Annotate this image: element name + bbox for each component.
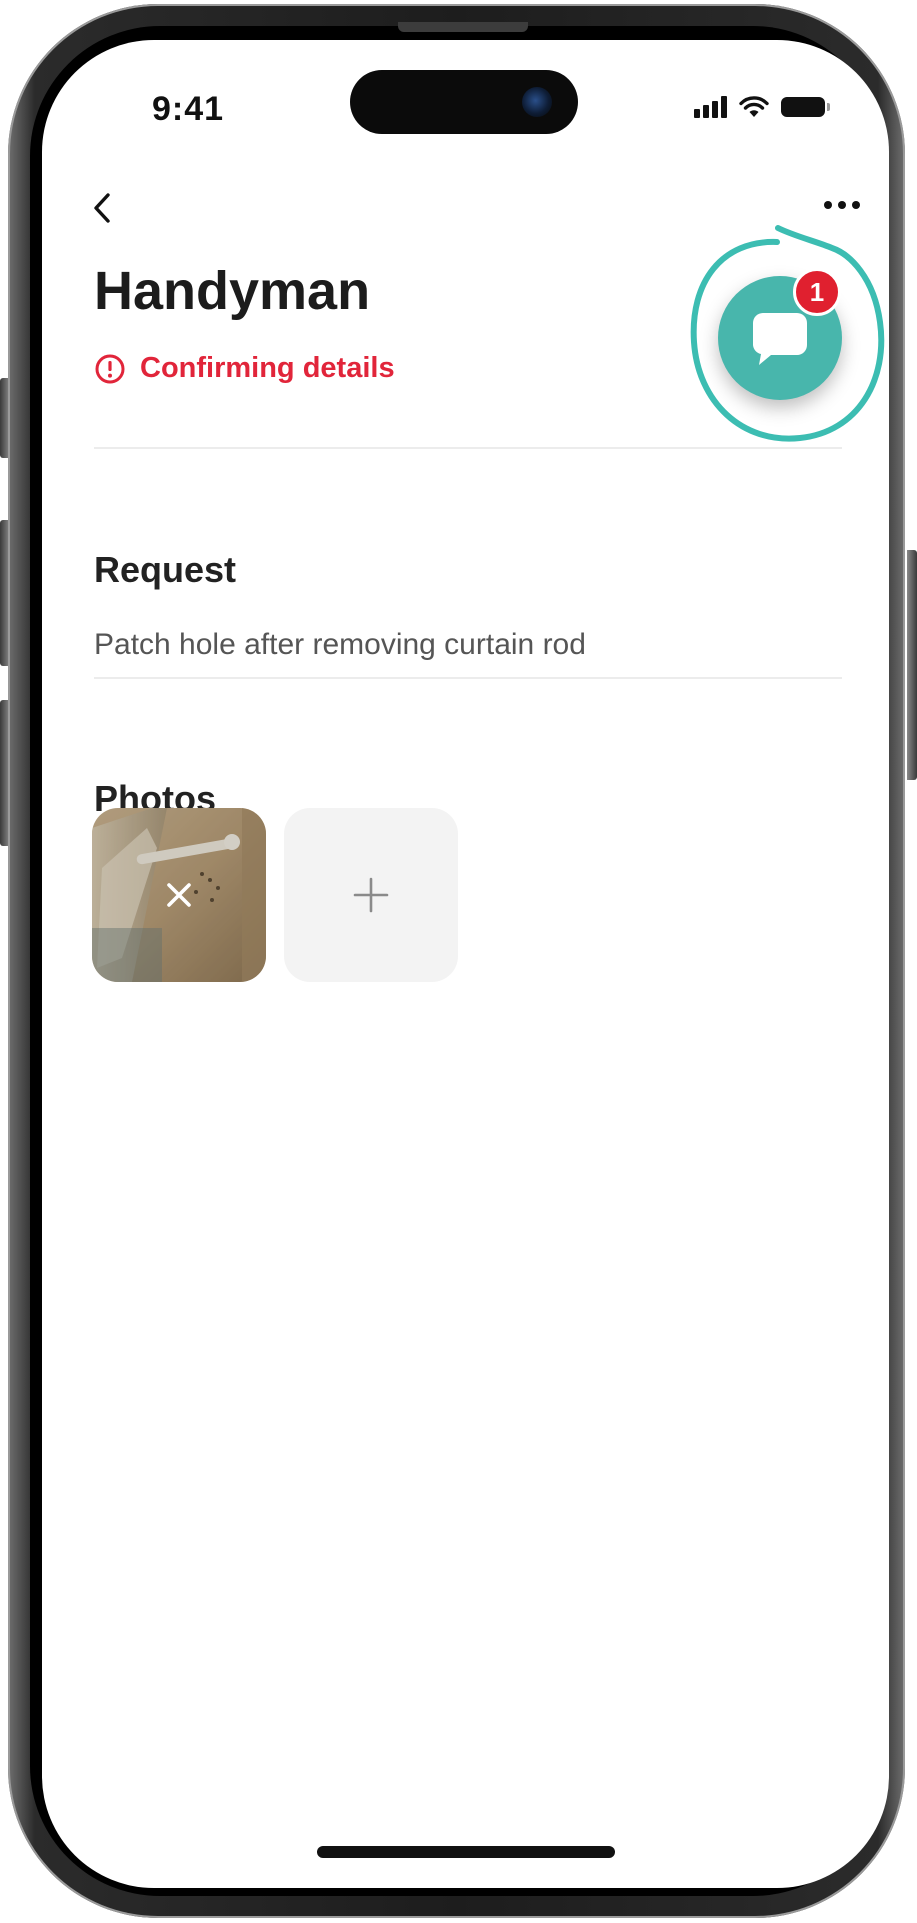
job-status: Confirming details [94,352,395,385]
page-title: Handyman [94,261,371,321]
photo-thumbnail[interactable] [92,808,266,982]
request-description: Patch hole after removing curtain rod [94,628,586,661]
back-button[interactable] [80,186,124,230]
phone-screen: 9:41 Handyman Confirming details 1 Reque… [42,40,889,1888]
chevron-left-icon [94,193,110,223]
cellular-signal-icon [694,96,727,118]
plus-icon [353,877,389,913]
divider [94,447,842,449]
chat-bubble-icon [753,313,807,365]
alert-circle-icon [95,354,125,383]
phone-speaker [398,22,528,32]
dynamic-island [350,70,578,134]
add-photo-button[interactable] [284,808,458,982]
more-options-button[interactable] [817,190,867,220]
ellipsis-icon [824,201,832,209]
close-icon [167,883,191,907]
device-mockup: 9:41 Handyman Confirming details 1 Reque… [0,0,917,1923]
power-button [907,550,917,780]
status-icons [694,90,830,124]
unread-badge: 1 [793,268,841,316]
request-heading: Request [94,549,237,590]
front-camera [522,87,552,117]
remove-photo-button[interactable] [157,873,201,917]
home-indicator[interactable] [317,1846,615,1858]
wifi-icon [739,96,769,117]
status-label: Confirming details [140,352,395,384]
battery-icon [781,97,830,117]
divider [94,677,842,679]
status-time: 9:41 [152,90,225,128]
